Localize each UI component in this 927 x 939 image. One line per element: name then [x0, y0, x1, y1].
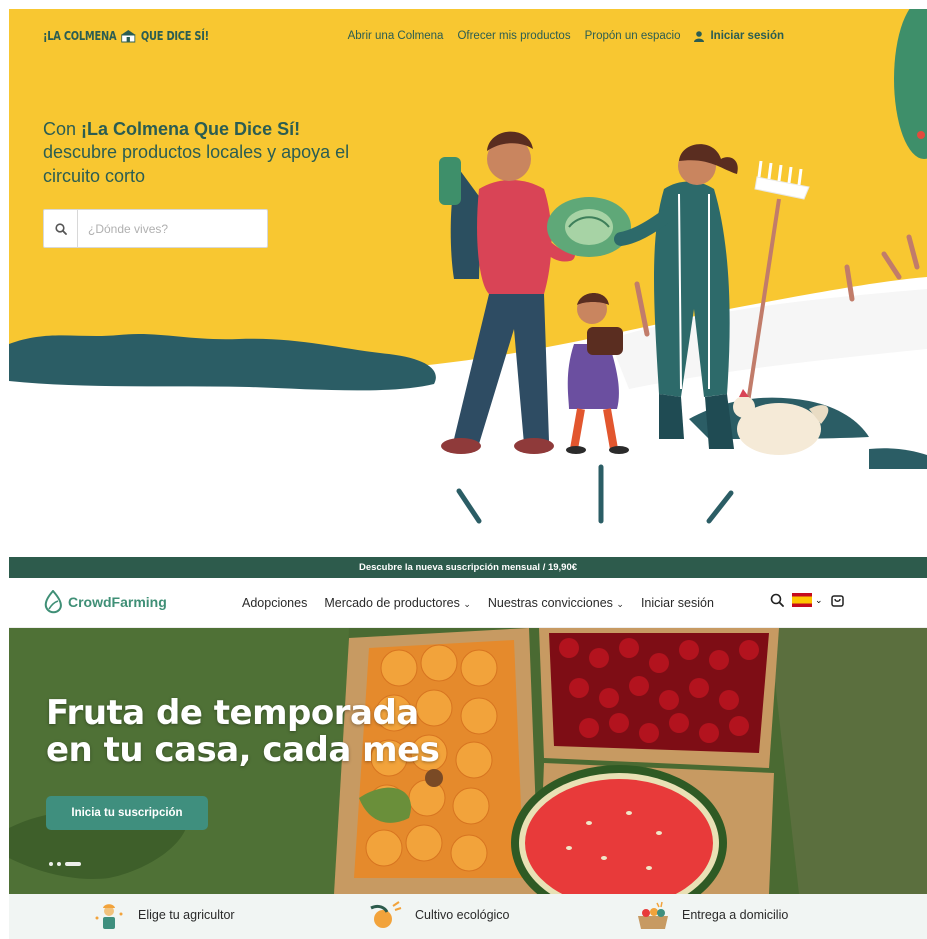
menu-convicciones[interactable]: Nuestras convicciones ⌄ — [488, 596, 624, 610]
brand-name: CrowdFarming — [68, 594, 167, 610]
farmer-icon — [95, 904, 123, 929]
leaf-drop-icon — [44, 590, 62, 614]
chevron-down-icon: ⌄ — [815, 594, 823, 605]
menu-convicciones-label: Nuestras convicciones — [487, 596, 613, 610]
hero-intro: Con — [43, 119, 82, 139]
nav-propose-space[interactable]: Propón un espacio — [585, 30, 681, 42]
search-button[interactable] — [44, 210, 78, 247]
feature-home-delivery: Entrega a domicilio — [636, 900, 788, 930]
colmena-logo[interactable]: ¡LA COLMENA QUE DICE SÍ! — [43, 29, 209, 43]
feature-label: Cultivo ecológico — [415, 908, 510, 922]
language-selector[interactable]: ⌄ — [792, 593, 823, 607]
delivery-box-icon — [638, 901, 668, 929]
search-icon — [54, 222, 67, 235]
location-input[interactable] — [78, 210, 267, 247]
user-icon — [694, 30, 705, 42]
menu-mercado-label: Mercado de productores — [324, 596, 460, 610]
colmena-section: ¡LA COLMENA QUE DICE SÍ! Abrir una Colme… — [9, 9, 927, 529]
carousel-indicators — [49, 862, 81, 866]
crowdfarming-logo[interactable]: CrowdFarming — [42, 590, 167, 614]
carousel-dot-active[interactable] — [65, 862, 81, 866]
cf-hero: Fruta de temporada en tu casa, cada mes … — [9, 628, 927, 894]
feature-label: Entrega a domicilio — [682, 908, 789, 922]
organic-produce-icon — [370, 901, 402, 928]
hero-tagline: descubre productos locales y apoya el ci… — [43, 142, 350, 186]
spain-flag-icon — [792, 593, 812, 607]
login-label: Iniciar sesión — [710, 30, 784, 42]
hero-illustration — [9, 9, 927, 529]
hero-brand: ¡La Colmena Que Dice Sí! — [81, 119, 301, 139]
crowdfarming-section: Descubre la nueva suscripción mensual / … — [9, 557, 927, 939]
feature-organic: Cultivo ecológico — [369, 900, 510, 930]
hero-headline: Con ¡La Colmena Que Dice Sí! descubre pr… — [43, 118, 373, 188]
carousel-dot[interactable] — [49, 862, 53, 866]
login-link[interactable]: Iniciar sesión — [694, 30, 784, 42]
feature-label: Elige tu agricultor — [138, 908, 235, 922]
chevron-down-icon: ⌄ — [463, 599, 471, 609]
location-search — [43, 209, 268, 248]
menu-mercado[interactable]: Mercado de productores ⌄ — [324, 596, 471, 610]
cf-header: CrowdFarming Adopciones Mercado de produ… — [9, 578, 927, 628]
shopping-bag-icon[interactable] — [830, 593, 844, 607]
nav-open-colmena[interactable]: Abrir una Colmena — [348, 30, 444, 42]
search-icon[interactable] — [770, 593, 784, 607]
promo-banner[interactable]: Descubre la nueva suscripción mensual / … — [9, 557, 927, 578]
menu-adopciones[interactable]: Adopciones — [242, 596, 307, 610]
hive-icon — [121, 30, 137, 43]
feature-choose-farmer: Elige tu agricultor — [92, 900, 235, 930]
features-bar: Elige tu agricultor Cultivo ecológico En… — [9, 894, 927, 939]
header-actions: ⌄ — [770, 593, 844, 607]
menu-login[interactable]: Iniciar sesión — [641, 596, 714, 610]
start-subscription-button[interactable]: Inicia tu suscripción — [46, 796, 208, 830]
carousel-dot[interactable] — [57, 862, 61, 866]
colmena-nav: Abrir una Colmena Ofrecer mis productos … — [348, 30, 784, 42]
logo-text-left: ¡LA COLMENA — [43, 29, 117, 43]
logo-text-right: QUE DICE SÍ! — [140, 29, 209, 43]
cf-main-menu: Adopciones Mercado de productores ⌄ Nues… — [242, 596, 714, 610]
hero-title: Fruta de temporada en tu casa, cada mes — [46, 693, 440, 771]
nav-offer-products[interactable]: Ofrecer mis productos — [457, 30, 570, 42]
chevron-down-icon: ⌄ — [616, 599, 624, 609]
